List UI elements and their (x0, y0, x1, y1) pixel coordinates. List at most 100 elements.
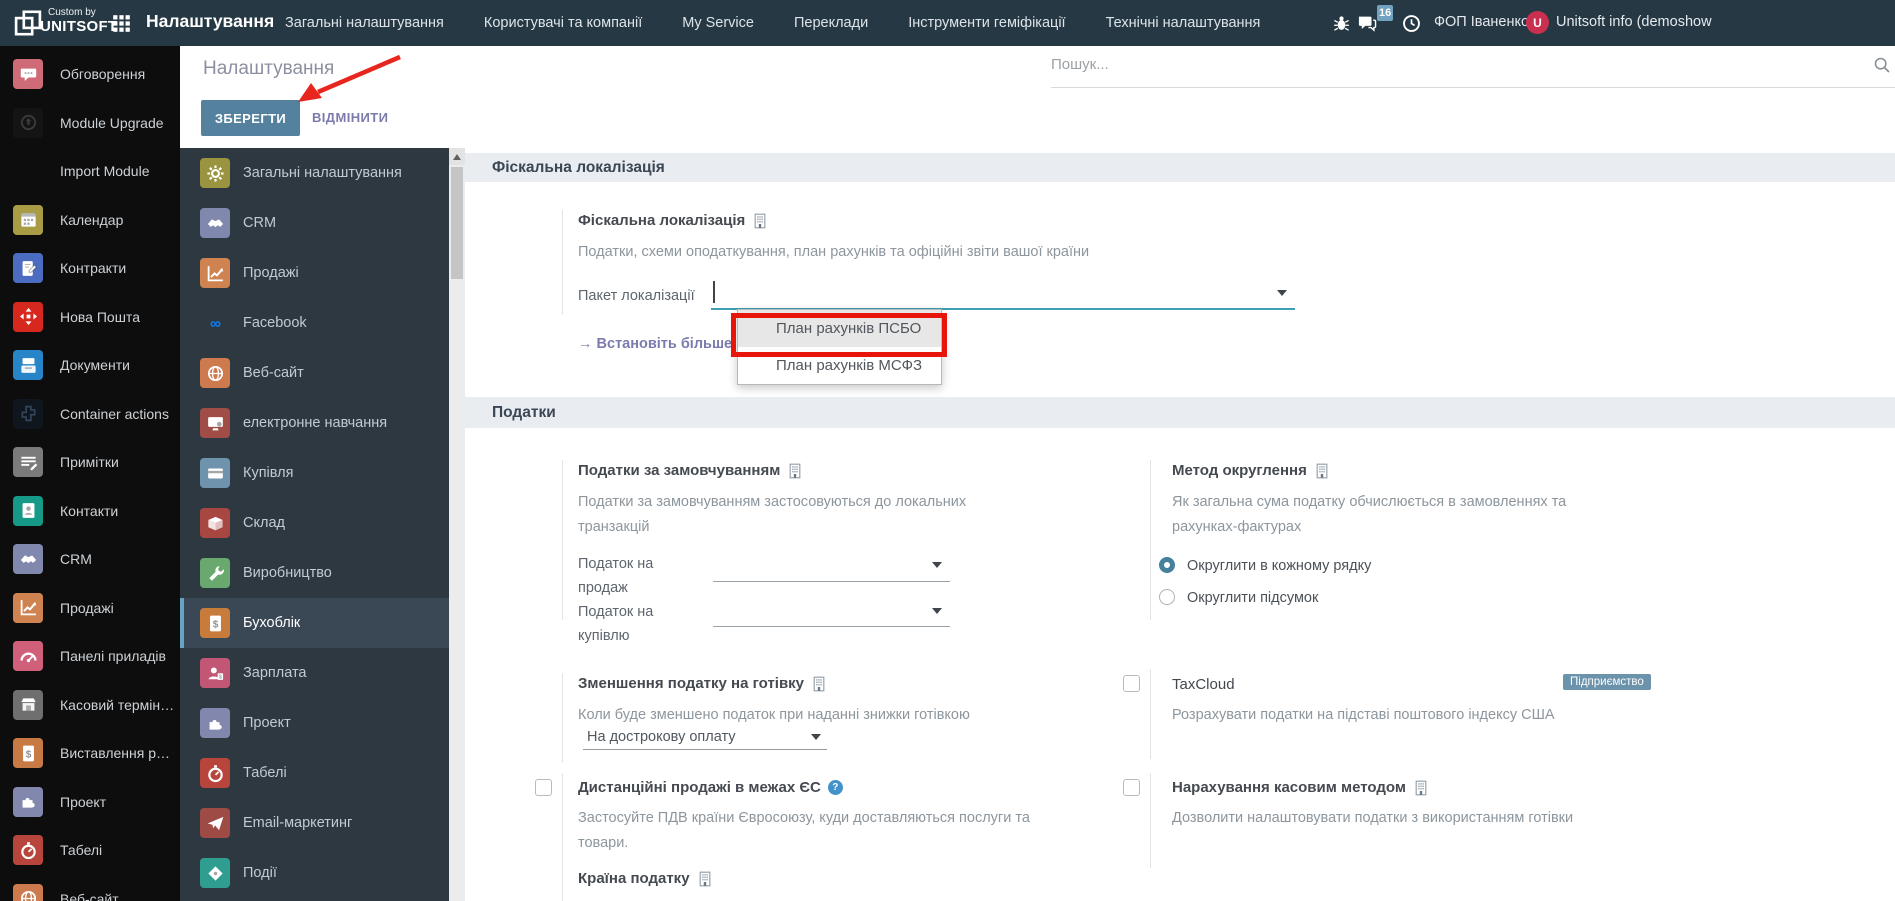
app-item-sales[interactable]: Продажі (0, 584, 180, 633)
package-dropdown-caret-icon[interactable] (1277, 290, 1287, 296)
payroll-icon: $ (200, 658, 230, 688)
app-item-module-upgrade[interactable]: Module Upgrade (0, 99, 180, 148)
purchase-icon (200, 458, 230, 488)
settings-item-accounting[interactable]: $ Бухоблік (180, 598, 450, 648)
app-item-documents[interactable]: Документи (0, 341, 180, 390)
app-item-discuss[interactable]: Обговорення (0, 50, 180, 99)
settings-item-website[interactable]: Веб-сайт (180, 348, 450, 398)
settings-page-header: Налаштування ЗБЕРЕГТИ ВІДМІНИТИ Пошук... (180, 46, 1895, 148)
radio-round-globally-label[interactable]: Округлити підсумок (1187, 590, 1318, 606)
localization-dropdown-menu: План рахунків ПСБО План рахунків МСФЗ (737, 309, 942, 385)
content-scrollbar[interactable] (449, 148, 465, 901)
scrollbar-up-arrow[interactable] (449, 148, 465, 165)
menu-users-companies[interactable]: Користувачі та компанії (484, 15, 642, 31)
app-item-contracts[interactable]: Контракти (0, 244, 180, 293)
timesheets-icon (200, 758, 230, 788)
discard-button[interactable]: ВІДМІНИТИ (312, 110, 388, 125)
section-header-fiscal-localization: Фіскальна локалізація (465, 153, 1895, 182)
container-actions-icon (13, 398, 43, 429)
app-item-nova-poshta[interactable]: Нова Пошта (0, 293, 180, 342)
app-item-website[interactable]: Веб-сайт (0, 875, 180, 901)
messages-icon[interactable] (1356, 14, 1378, 33)
scrollbar-thumb[interactable] (451, 167, 463, 279)
settings-item-general-settings[interactable]: Загальні налаштування (180, 148, 450, 198)
rounding-method-desc: Як загальна сума податку обчислюється в … (1172, 494, 1567, 535)
settings-item-manufacturing[interactable]: Виробництво (180, 548, 450, 598)
app-item-notes[interactable]: Примітки (0, 438, 180, 487)
settings-item-purchase[interactable]: Купівля (180, 448, 450, 498)
eu-sales-title: Дистанційні продажі в межах ЄС ? (578, 779, 843, 796)
app-item-project[interactable]: Проект (0, 778, 180, 827)
search-input[interactable]: Пошук... (1051, 46, 1895, 88)
save-button[interactable]: ЗБЕРЕГТИ (201, 100, 300, 136)
events-icon (200, 858, 230, 888)
apps-grid-icon[interactable] (112, 14, 131, 33)
enterprise-building-icon (787, 463, 803, 479)
dropdown-option-msfz[interactable]: План рахунків МСФЗ (738, 347, 941, 384)
settings-item-facebook[interactable]: ∞ Facebook (180, 298, 450, 348)
eu-sales-checkbox[interactable] (535, 779, 552, 796)
sale-tax-caret-icon[interactable] (932, 562, 942, 568)
radio-round-per-line[interactable] (1159, 557, 1175, 573)
default-taxes-desc: Податки за замовчуванням застосовуються … (578, 494, 967, 535)
settings-item-crm[interactable]: CRM (180, 198, 450, 248)
enterprise-building-icon (811, 676, 827, 692)
facebook-icon: ∞ (200, 308, 230, 338)
text-cursor (713, 281, 715, 303)
sale-tax-label: Податок на продаж (578, 556, 654, 596)
menu-technical-settings[interactable]: Технічні налаштування (1106, 15, 1261, 31)
company-switcher[interactable]: ФОП Іваненко (1434, 14, 1529, 30)
app-item-container-actions[interactable]: Container actions (0, 390, 180, 439)
menu-my-service[interactable]: My Service (682, 15, 754, 31)
breadcrumb[interactable]: Налаштування (203, 58, 334, 80)
pos-icon (13, 689, 43, 720)
settings-item-timesheets[interactable]: Табелі (180, 748, 450, 798)
settings-item-inventory[interactable]: Склад (180, 498, 450, 548)
app-item-calendar[interactable]: Календар (0, 196, 180, 245)
topbar-menu: Загальні налаштування Користувачі та ком… (285, 0, 1260, 46)
app-item-invoicing[interactable]: $ Виставлення рахунків (0, 729, 180, 778)
crm-icon (13, 544, 43, 575)
app-item-contacts[interactable]: Контакти (0, 487, 180, 536)
purchase-tax-caret-icon[interactable] (932, 608, 942, 614)
settings-item-payroll[interactable]: $ Зарплата (180, 648, 450, 698)
app-item-timesheets[interactable]: Табелі (0, 826, 180, 875)
settings-item-elearning[interactable]: електронне навчання (180, 398, 450, 448)
settings-item-events[interactable]: Події (180, 848, 450, 898)
enterprise-building-icon (697, 871, 713, 887)
radio-round-globally[interactable] (1159, 589, 1175, 605)
user-menu[interactable]: Unitsoft info (demoshow (1556, 14, 1712, 30)
app-item-pos[interactable]: Касовий термінал (0, 681, 180, 730)
settings-item-email-marketing[interactable]: Email-маркетинг (180, 798, 450, 848)
menu-translations[interactable]: Переклади (794, 15, 868, 31)
settings-item-project[interactable]: Проект (180, 698, 450, 748)
menu-general-settings[interactable]: Загальні налаштування (285, 15, 444, 31)
sale-tax-input[interactable] (713, 581, 950, 582)
rounding-method-title: Метод округлення (1172, 462, 1330, 479)
project-icon (13, 786, 43, 817)
nova-poshta-icon (13, 301, 43, 332)
svg-text:∞: ∞ (210, 315, 221, 332)
avatar[interactable]: U (1526, 11, 1549, 34)
purchase-tax-input[interactable] (713, 626, 950, 627)
dropdown-option-psbo[interactable]: План рахунків ПСБО (738, 310, 941, 347)
messages-count-badge: 16 (1377, 5, 1394, 21)
app-item-import-module[interactable]: Import Module (0, 147, 180, 196)
app-item-dashboards[interactable]: Панелі приладів (0, 632, 180, 681)
menu-gamification-tools[interactable]: Інструменти геміфікації (908, 15, 1065, 31)
taxcloud-checkbox[interactable] (1123, 675, 1140, 692)
settings-item-sales[interactable]: Продажі (180, 248, 450, 298)
activities-clock-icon[interactable] (1402, 14, 1421, 33)
search-icon[interactable] (1873, 56, 1891, 74)
radio-round-per-line-label[interactable]: Округлити в кожному рядку (1187, 558, 1371, 574)
cash-basis-checkbox[interactable] (1123, 779, 1140, 796)
cash-discount-select[interactable]: На дострокову оплату (583, 725, 827, 750)
help-question-icon[interactable]: ? (827, 780, 843, 795)
logo-unitsoft: UNITSOFT (40, 18, 118, 35)
documents-icon (13, 350, 43, 381)
invoicing-icon: $ (13, 738, 43, 769)
debug-bug-icon[interactable] (1332, 14, 1351, 33)
app-item-crm[interactable]: CRM (0, 535, 180, 584)
current-app-title[interactable]: Налаштування (146, 11, 274, 32)
contacts-icon (13, 495, 43, 526)
